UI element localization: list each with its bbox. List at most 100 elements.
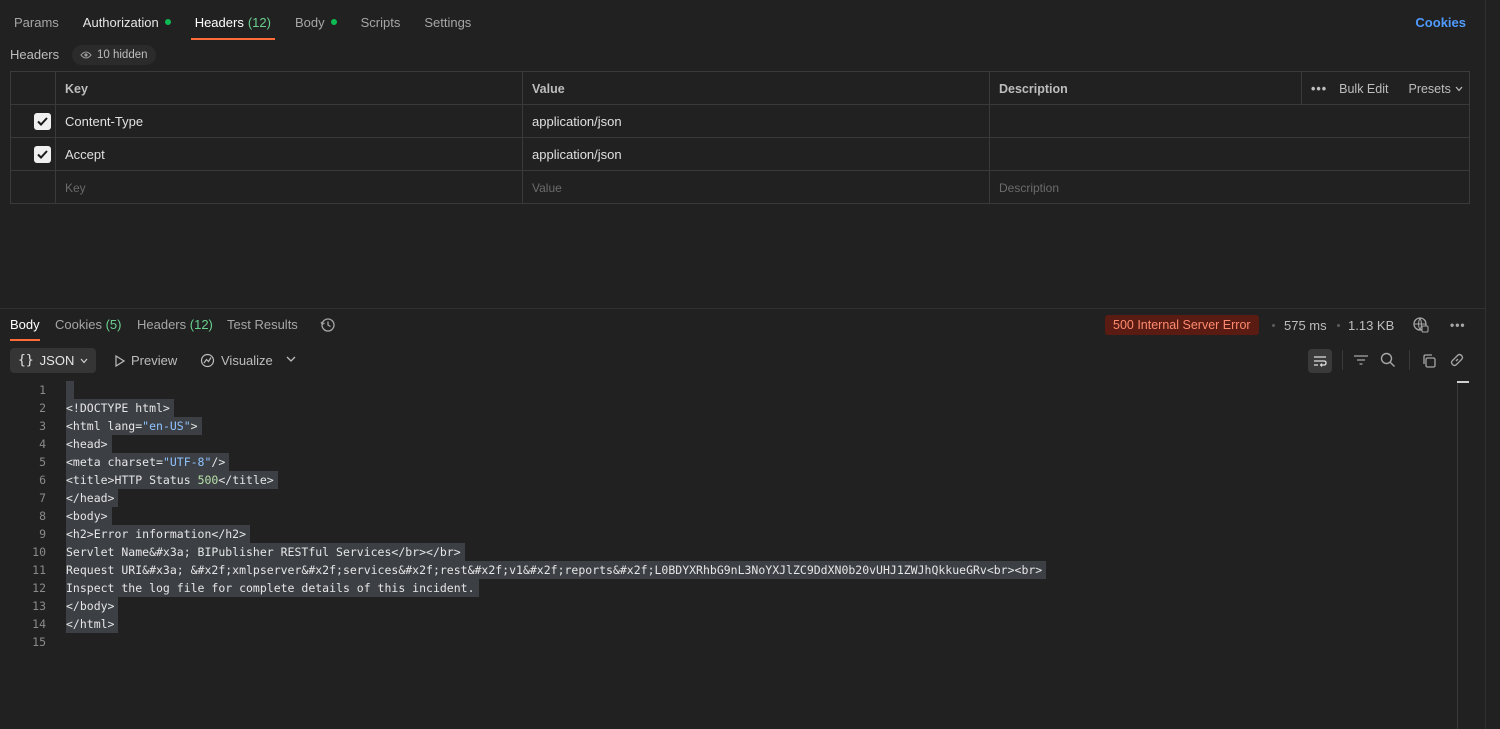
new-key-input[interactable]: Key xyxy=(55,171,522,204)
visualize-icon xyxy=(200,353,215,368)
code-line: 5 xyxy=(0,453,46,471)
more-options-icon[interactable]: ••• xyxy=(1450,318,1466,332)
format-dropdown[interactable]: {} JSON xyxy=(10,348,96,373)
scrollbar-marker xyxy=(1457,381,1469,383)
code-token: > xyxy=(190,419,198,433)
line-number: 11 xyxy=(32,563,46,577)
column-value: Value xyxy=(522,72,989,105)
response-size[interactable]: 1.13 KB xyxy=(1348,318,1394,333)
header-key-cell[interactable]: Content-Type xyxy=(55,105,522,138)
hidden-headers-toggle[interactable]: 10 hidden xyxy=(72,45,156,65)
chevron-down-icon xyxy=(80,358,88,363)
separator-dot xyxy=(1337,324,1340,327)
line-number: 15 xyxy=(32,635,46,649)
table-header-row: Key Value Description ••• Bulk Edit Pres… xyxy=(11,72,1469,105)
code-text: <meta charset="UTF-8"/> xyxy=(66,453,230,471)
response-tab-headers[interactable]: Headers (12) xyxy=(137,317,213,332)
tab-label: Body xyxy=(294,14,325,30)
wrap-lines-icon[interactable] xyxy=(1308,349,1332,373)
braces-icon: {} xyxy=(18,353,34,368)
header-description-cell[interactable] xyxy=(989,105,1469,138)
code-string: "en-US" xyxy=(142,419,191,433)
header-value-cell[interactable]: application/json xyxy=(522,138,989,171)
line-number: 7 xyxy=(39,491,46,505)
play-icon xyxy=(115,354,125,367)
history-icon[interactable] xyxy=(320,317,336,333)
code-string: "UTF-8" xyxy=(162,455,212,469)
line-number: 4 xyxy=(39,437,46,451)
presets-dropdown[interactable]: Presets xyxy=(1408,81,1463,96)
code-line: 10 xyxy=(0,543,46,561)
code-line: 3 xyxy=(0,417,46,435)
code-text: </body> xyxy=(66,597,119,615)
header-value-cell[interactable]: application/json xyxy=(522,105,989,138)
cookies-link[interactable]: Cookies xyxy=(1415,15,1466,30)
line-number: 12 xyxy=(32,581,46,595)
copy-icon[interactable] xyxy=(1421,353,1437,369)
code-line: 12 xyxy=(0,579,46,597)
tab-body[interactable]: Body xyxy=(291,0,341,44)
code-line: 4 xyxy=(0,435,46,453)
response-tab-body[interactable]: Body xyxy=(10,317,40,341)
filter-icon[interactable] xyxy=(1353,354,1369,366)
row-checkbox[interactable] xyxy=(34,146,51,163)
code-line: 8 xyxy=(0,507,46,525)
line-number: 6 xyxy=(39,473,46,487)
tab-count: (12) xyxy=(189,317,213,332)
row-checkbox[interactable] xyxy=(34,113,51,130)
preview-button[interactable]: Preview xyxy=(115,353,177,368)
code-line: 1 xyxy=(0,381,46,399)
tab-params[interactable]: Params xyxy=(10,0,63,44)
response-body-editor[interactable]: 1 2 <!DOCTYPE html> 3 <html lang="en-US"… xyxy=(0,381,1455,729)
tab-count: (5) xyxy=(105,317,122,332)
tab-label: Headers xyxy=(137,317,187,332)
preview-label: Preview xyxy=(131,353,178,368)
code-text: </head> xyxy=(66,489,119,507)
new-value-input[interactable]: Value xyxy=(522,171,989,204)
bulk-edit-button[interactable]: Bulk Edit xyxy=(1339,82,1388,96)
tab-headers[interactable]: Headers (12) xyxy=(190,0,276,44)
editor-scrollbar[interactable] xyxy=(1457,381,1458,729)
more-options-icon[interactable]: ••• xyxy=(1311,82,1327,96)
visualize-label: Visualize xyxy=(221,353,273,368)
selection-highlight xyxy=(66,381,74,399)
headers-section-title: Headers xyxy=(10,47,60,62)
tab-authorization[interactable]: Authorization xyxy=(79,0,175,44)
table-row: Accept application/json xyxy=(11,138,1469,171)
eye-icon xyxy=(80,51,92,59)
code-line: 15 xyxy=(0,633,46,651)
table-row-new: Key Value Description xyxy=(11,171,1469,204)
response-time[interactable]: 575 ms xyxy=(1284,318,1327,333)
code-text: Inspect the log file for complete detail… xyxy=(66,579,479,597)
code-text: <h2>Error information</h2> xyxy=(66,525,251,543)
save-response-icon[interactable] xyxy=(1412,316,1430,334)
line-number: 10 xyxy=(32,545,46,559)
line-number: 8 xyxy=(39,509,46,523)
code-line: 13 xyxy=(0,597,46,615)
window-edge xyxy=(1485,0,1486,729)
code-number: 500 xyxy=(197,473,219,487)
code-token: /> xyxy=(211,455,226,469)
response-tab-cookies[interactable]: Cookies (5) xyxy=(55,317,121,332)
table-actions: ••• Bulk Edit Presets xyxy=(1301,72,1469,105)
link-icon[interactable] xyxy=(1449,352,1465,368)
tab-scripts[interactable]: Scripts xyxy=(357,0,405,44)
presets-label: Presets xyxy=(1408,81,1451,96)
code-text: <html lang="en-US"> xyxy=(66,417,202,435)
status-badge[interactable]: 500 Internal Server Error xyxy=(1105,315,1259,335)
search-icon[interactable] xyxy=(1380,352,1396,368)
visualize-dropdown-chevron-icon[interactable] xyxy=(286,356,296,363)
tab-label: Authorization xyxy=(82,14,159,30)
pane-divider[interactable] xyxy=(0,308,1485,309)
code-text: <title>HTTP Status 500</title> xyxy=(66,471,278,489)
visualize-button[interactable]: Visualize xyxy=(200,353,273,368)
header-description-cell[interactable] xyxy=(989,138,1469,171)
header-key-cell[interactable]: Accept xyxy=(55,138,522,171)
tab-count: (12) xyxy=(247,14,271,30)
response-tab-test-results[interactable]: Test Results xyxy=(227,317,298,332)
code-token: <title>HTTP Status xyxy=(66,473,198,487)
column-key: Key xyxy=(55,72,522,105)
code-token: <html lang= xyxy=(66,419,143,433)
new-description-input[interactable]: Description xyxy=(989,171,1469,204)
tab-settings[interactable]: Settings xyxy=(420,0,475,44)
